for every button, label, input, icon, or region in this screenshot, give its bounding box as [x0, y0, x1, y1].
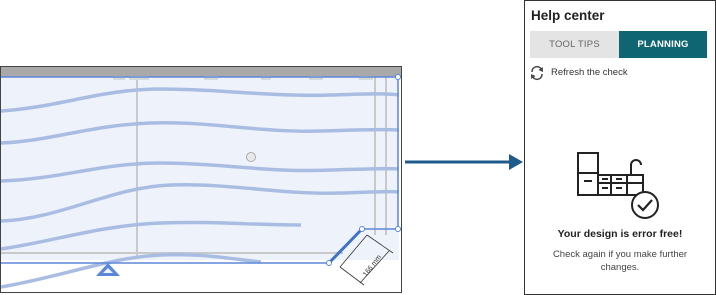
rotate-handle[interactable]: [246, 152, 256, 162]
design-canvas[interactable]: 166 mm: [0, 66, 402, 293]
help-center-panel: Help center TOOL TIPS PLANNING Refresh t…: [524, 0, 716, 295]
refresh-icon: [531, 65, 543, 81]
status-title: Your design is error free!: [557, 228, 683, 240]
tab-planning[interactable]: PLANNING: [619, 31, 707, 58]
countertop-drawing: 166 mm: [1, 74, 401, 289]
status-message: Check again if you make further changes.: [552, 249, 688, 273]
refresh-check-label: Refresh the check: [551, 67, 628, 78]
tab-tool-tips[interactable]: TOOL TIPS: [530, 31, 619, 58]
kitchen-check-icon: [577, 152, 659, 219]
flow-arrow-icon: [405, 154, 523, 170]
help-center-title: Help center: [531, 8, 605, 23]
